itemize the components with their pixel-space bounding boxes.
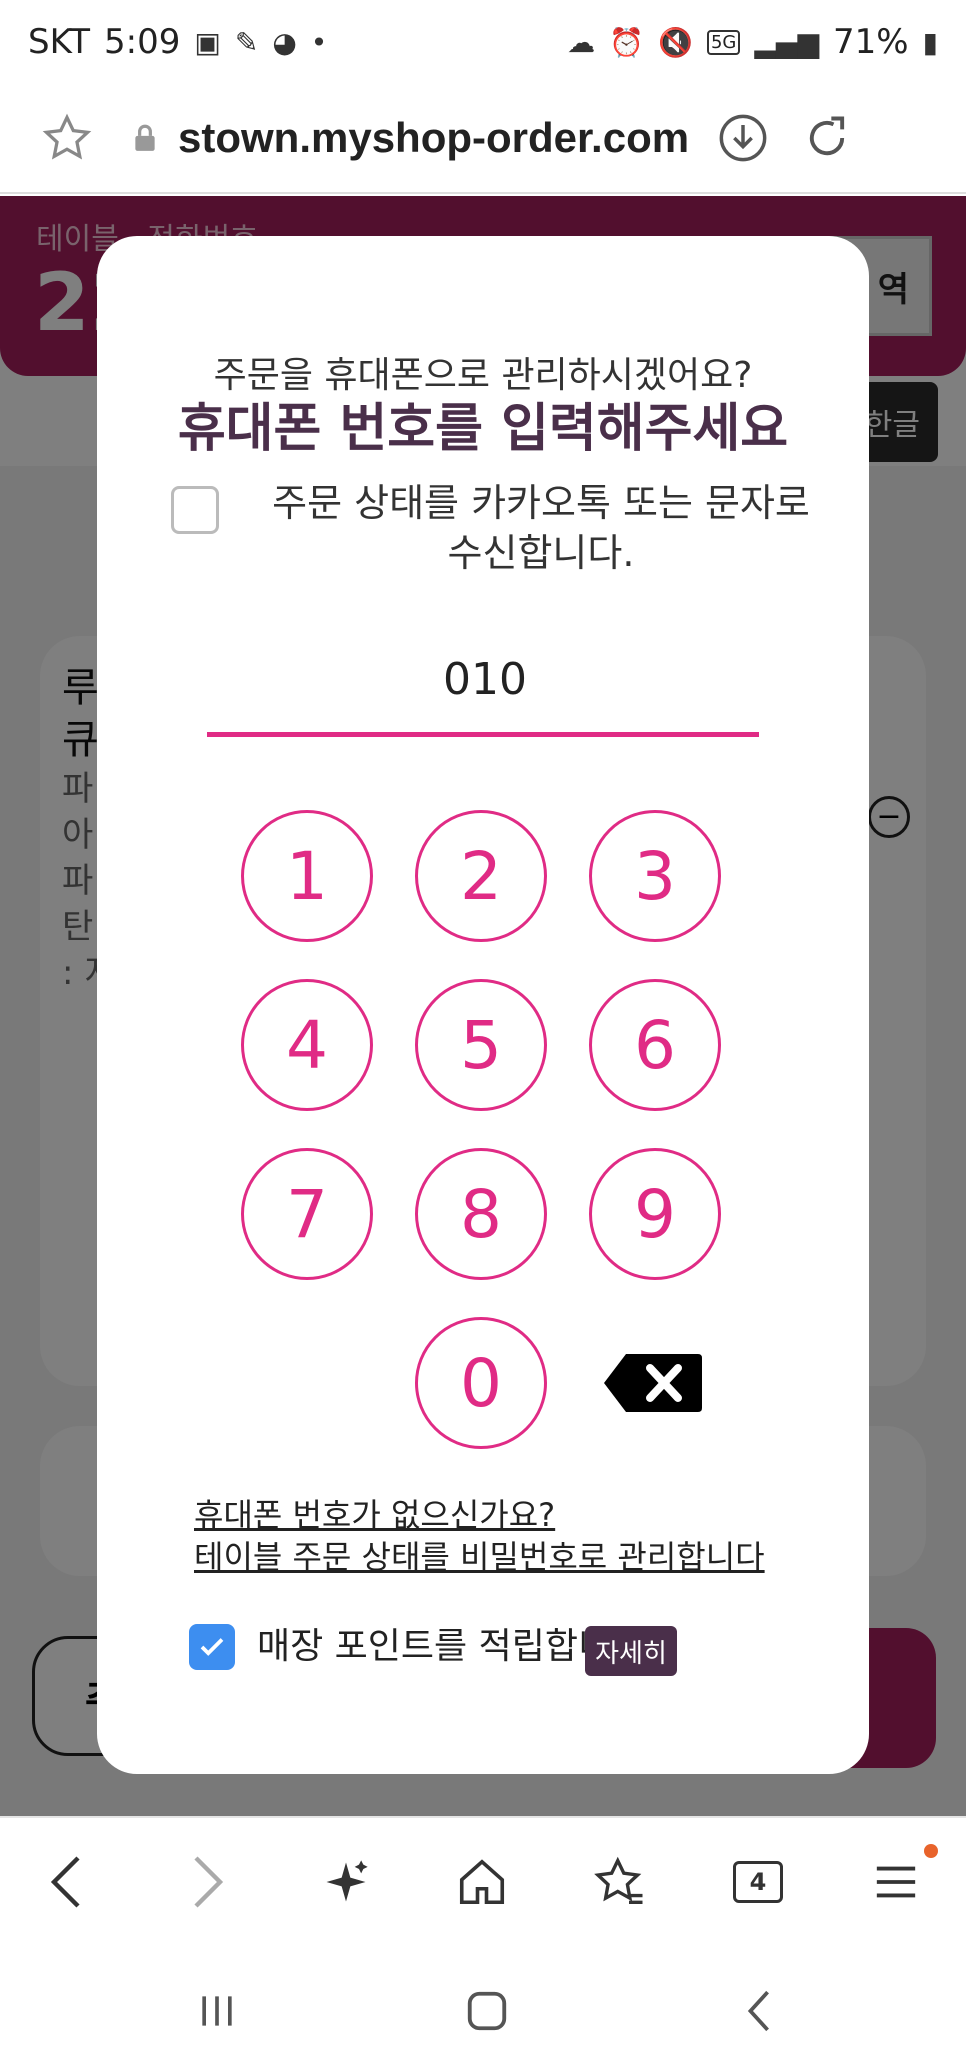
home-icon[interactable] [442, 1842, 522, 1922]
battery-percent: 71% [833, 22, 909, 62]
key-9[interactable]: 9 [589, 1148, 721, 1280]
home-button-icon[interactable] [452, 1976, 522, 2046]
points-checkbox[interactable] [189, 1624, 235, 1670]
browser-toolbar: 4 [0, 1816, 966, 1948]
network-type: 5G [706, 29, 741, 55]
dot-icon: • [310, 25, 328, 59]
phone-input-underline [207, 732, 759, 737]
phone-input[interactable] [207, 648, 763, 710]
forward-icon[interactable] [168, 1842, 248, 1922]
system-navigation [0, 1946, 966, 2072]
key-3[interactable]: 3 [589, 810, 721, 942]
cloud-icon: ☁ [567, 25, 596, 59]
reload-icon[interactable] [800, 111, 854, 165]
pie-icon: ◕ [272, 25, 297, 59]
modal-title: 휴대폰 번호를 입력해주세요 [177, 399, 789, 459]
recent-apps-icon[interactable] [182, 1976, 252, 2046]
detail-button[interactable]: 자세히 [585, 1626, 677, 1676]
signal-icon: ▂▄▆ [754, 25, 819, 59]
key-8[interactable]: 8 [415, 1148, 547, 1280]
notification-dot [924, 1844, 938, 1858]
key-5[interactable]: 5 [415, 979, 547, 1111]
phone-modal: 주문을 휴대폰으로 관리하시겠어요? 휴대폰 번호를 입력해주세요 주문 상태를… [97, 236, 869, 1774]
no-phone-link[interactable]: 휴대폰 번호가 없으신가요? 테이블 주문 상태를 비밀번호로 관리합니다 [194, 1494, 765, 1578]
points-option[interactable]: 매장 포인트를 적립합니다. [189, 1622, 789, 1672]
key-7[interactable]: 7 [241, 1148, 373, 1280]
url-bar: stown.myshop-order.com [0, 84, 966, 194]
status-bar: SKT 5:09 ▣ ✎ ◕ • ☁ ⏰ 🔇 5G ▂▄▆ 71% ▮ [0, 0, 966, 84]
back-icon[interactable] [26, 1842, 106, 1922]
menu-icon[interactable] [856, 1842, 938, 1922]
tabs-icon[interactable]: 4 [718, 1842, 798, 1922]
gallery-icon: ▣ [194, 25, 221, 59]
sparkle-icon[interactable] [306, 1842, 386, 1922]
mute-icon: 🔇 [658, 25, 693, 59]
pen-icon: ✎ [234, 25, 259, 59]
key-4[interactable]: 4 [241, 979, 373, 1111]
bookmarks-icon[interactable] [580, 1842, 660, 1922]
alarm-icon: ⏰ [609, 25, 645, 59]
key-0[interactable]: 0 [415, 1317, 547, 1449]
notify-checkbox[interactable] [171, 486, 219, 534]
bookmark-star-icon[interactable] [40, 111, 94, 165]
key-1[interactable]: 1 [241, 810, 373, 942]
carrier: SKT [28, 22, 91, 62]
tabs-count: 4 [733, 1861, 783, 1903]
lock-icon [130, 111, 160, 165]
backspace-icon[interactable] [602, 1352, 704, 1414]
key-2[interactable]: 2 [415, 810, 547, 942]
system-back-icon[interactable] [724, 1976, 794, 2046]
notify-label: 주문 상태를 카카오톡 또는 문자로 수신합니다. [272, 481, 810, 575]
url-text[interactable]: stown.myshop-order.com [178, 114, 698, 162]
battery-icon: ▮ [922, 25, 938, 59]
clock: 5:09 [104, 22, 181, 62]
download-icon[interactable] [716, 111, 770, 165]
key-6[interactable]: 6 [589, 979, 721, 1111]
